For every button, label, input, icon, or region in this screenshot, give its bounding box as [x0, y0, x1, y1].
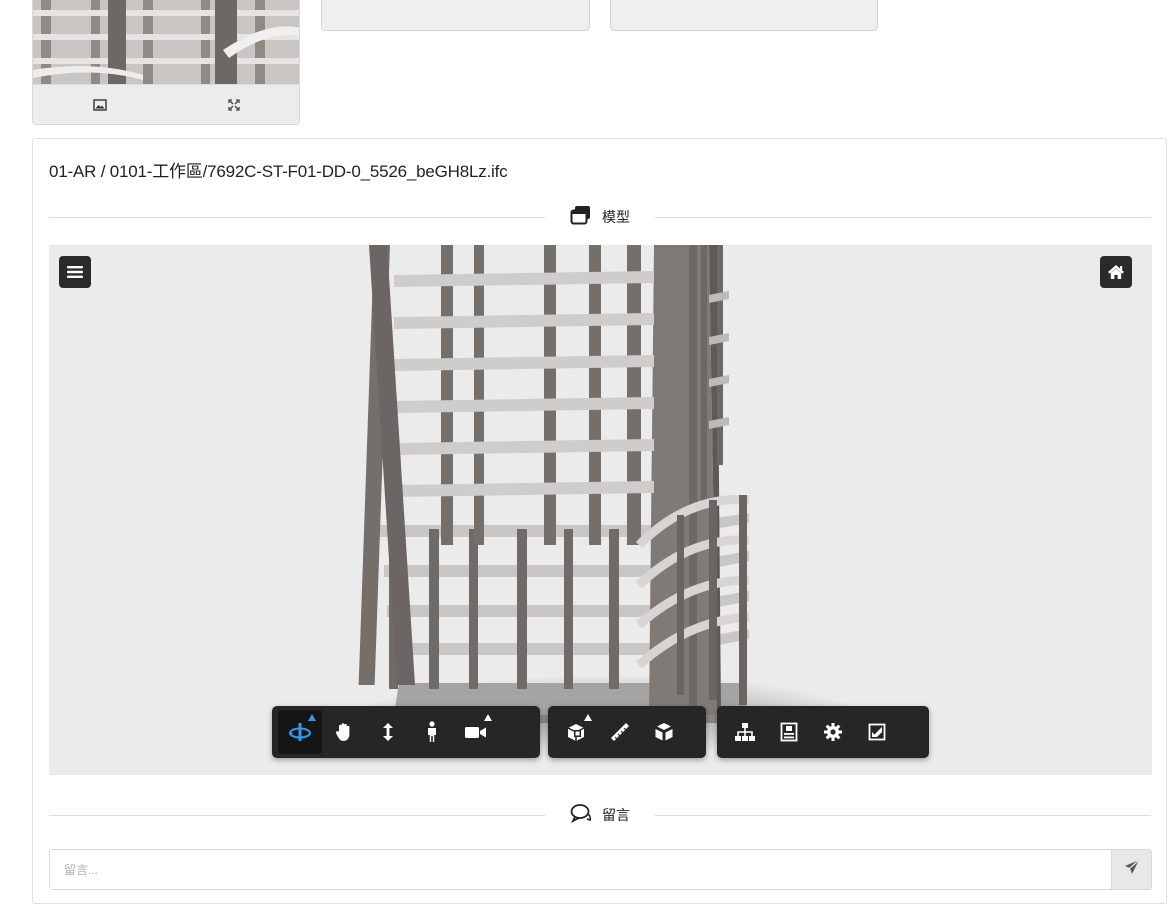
hamburger-menu-icon[interactable]	[59, 256, 91, 288]
comments-icon	[570, 803, 592, 828]
panels-toolbar	[717, 706, 929, 758]
thumbnail-actions	[33, 84, 299, 124]
first-person-icon[interactable]	[410, 710, 454, 754]
model-detail-card: 01-AR / 0101-工作區/7692C-ST-F01-DD-0_5526_…	[32, 138, 1167, 904]
bim-3d-viewer[interactable]	[49, 245, 1152, 775]
building-model-render[interactable]	[49, 245, 1152, 775]
expand-icon[interactable]	[222, 93, 246, 117]
zoom-arrows-icon[interactable]	[366, 710, 410, 754]
model-thumbnail-image[interactable]	[33, 0, 299, 84]
explode-cube-icon[interactable]	[642, 710, 686, 754]
file-card-placeholder[interactable]	[321, 0, 590, 31]
pan-hand-icon[interactable]	[322, 710, 366, 754]
properties-icon[interactable]	[767, 710, 811, 754]
section-box-icon[interactable]	[554, 710, 598, 754]
model-section-divider: 模型	[49, 205, 1151, 230]
comment-input-group	[49, 849, 1152, 890]
model-thumbnail-card	[32, 0, 300, 125]
model-section-label: 模型	[602, 209, 630, 225]
send-comment-button[interactable]	[1111, 850, 1151, 889]
camera-icon[interactable]	[454, 710, 498, 754]
image-icon[interactable]	[88, 93, 112, 117]
model-tree-icon[interactable]	[723, 710, 767, 754]
comments-section-label: 留言	[602, 807, 630, 823]
home-icon[interactable]	[1100, 256, 1132, 288]
fullscreen-icon[interactable]	[855, 710, 899, 754]
file-card-placeholder[interactable]	[610, 0, 878, 31]
orbit-icon[interactable]	[278, 710, 322, 754]
file-path-title: 01-AR / 0101-工作區/7692C-ST-F01-DD-0_5526_…	[49, 162, 508, 181]
send-paper-plane-icon	[1124, 859, 1140, 880]
model-tools-toolbar	[548, 706, 706, 758]
comment-input[interactable]	[50, 850, 1111, 889]
window-restore-icon	[570, 205, 592, 230]
settings-gear-icon[interactable]	[811, 710, 855, 754]
comments-section-divider: 留言	[49, 803, 1151, 828]
measure-ruler-icon[interactable]	[598, 710, 642, 754]
navigation-toolbar	[272, 706, 540, 758]
